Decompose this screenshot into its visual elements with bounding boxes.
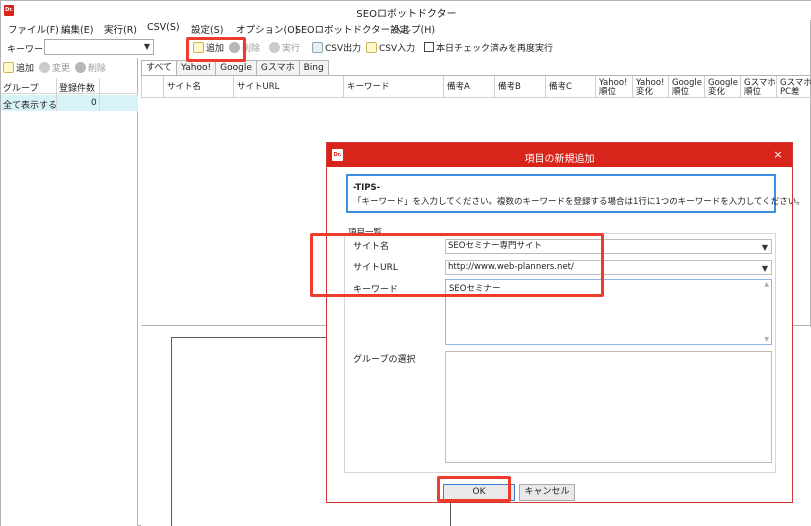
csv-import-icon [366, 41, 377, 53]
col-gsmart-rank[interactable]: Gスマホ 順位 [740, 76, 776, 98]
tips-text: 「キーワード」を入力してください。複数のキーワードを登録する場合は1行に1つのキ… [353, 197, 805, 207]
tab-all[interactable]: すべて [141, 60, 178, 76]
csv-export-icon [312, 41, 323, 53]
scroll-up-icon[interactable]: ▲ [764, 281, 769, 288]
col-note-a[interactable]: 備考A [443, 76, 494, 98]
chevron-down-icon: ▼ [761, 243, 768, 252]
dialog-title: 項目の新規追加 [524, 154, 595, 165]
dialog-title-bar: Dr. 項目の新規追加 × [327, 143, 792, 167]
tab-google-smartphone[interactable]: Gスマホ [255, 60, 300, 75]
group-row-all[interactable]: 全て表示する 0 [1, 95, 138, 111]
group-delete-button[interactable]: 削除 [75, 61, 106, 74]
title-bar: Dr. SEOロボットドクター [1, 1, 811, 20]
group-select-list[interactable] [445, 351, 772, 463]
grid-corner [141, 76, 163, 98]
execute-button-label: 実行 [282, 43, 301, 54]
new-item-dialog: Dr. 項目の新規追加 × -TIPS- 「キーワード」を入力してください。複数… [326, 142, 805, 503]
execute-icon [269, 41, 280, 53]
chevron-down-icon: ▼ [761, 264, 768, 273]
csv-import-label: CSV入力 [379, 43, 416, 54]
highlight-ok-button [437, 476, 511, 502]
col-keyword[interactable]: キーワード [343, 76, 443, 98]
col-gsmart-pc-diff[interactable]: Gスマホ PC差 [776, 76, 811, 98]
highlight-form-fields [310, 233, 604, 297]
col-note-b[interactable]: 備考B [494, 76, 545, 98]
menu-settings[interactable]: 設定(S) [191, 22, 223, 36]
tab-bing[interactable]: Bing [298, 60, 329, 75]
menu-help[interactable]: ヘルプ(H) [392, 22, 435, 36]
col-yahoo-change[interactable]: Yahoo! 変化 [632, 76, 668, 98]
menu-run[interactable]: 実行(R) [104, 22, 137, 36]
group-count: 0 [91, 98, 97, 108]
col-site-name[interactable]: サイト名 [163, 76, 233, 98]
recheck-checkbox[interactable]: 本日チェック済みを再度実行 [424, 40, 553, 54]
tab-google[interactable]: Google [215, 60, 257, 75]
group-change-button[interactable]: 変更 [39, 61, 70, 74]
group-name: 全て表示する [3, 101, 58, 111]
menu-bar: ファイル(F) 編集(E) 実行(R) CSV(S) 設定(S) オプション(O… [1, 20, 811, 37]
app-window: Dr. SEOロボットドクター ファイル(F) 編集(E) 実行(R) CSV(… [0, 0, 811, 526]
scroll-down-icon[interactable]: ▼ [764, 336, 769, 343]
delete-icon [75, 62, 86, 73]
column-divider [56, 78, 57, 111]
group-panel: 追加 変更 削除 グループ 登録件数 全て表示する 0 [1, 58, 138, 526]
close-icon[interactable]: × [770, 147, 786, 163]
keyword-combo[interactable]: ▼ [44, 39, 154, 55]
execute-button[interactable]: 実行 [269, 40, 300, 54]
menu-file[interactable]: ファイル(F) [8, 22, 59, 36]
group-select-label: グループの選択 [353, 355, 416, 365]
col-google-change[interactable]: Google 変化 [704, 76, 740, 98]
tips-box: -TIPS- 「キーワード」を入力してください。複数のキーワードを登録する場合は… [346, 174, 805, 213]
col-google-rank[interactable]: Google 順位 [668, 76, 704, 98]
cancel-button[interactable]: キャンセル [519, 484, 575, 501]
col-note-c[interactable]: 備考C [545, 76, 595, 98]
group-column-header: グループ [3, 84, 39, 94]
window-title: SEOロボットドクター [356, 9, 457, 20]
tab-yahoo[interactable]: Yahoo! [176, 60, 217, 75]
highlight-add-button [186, 37, 246, 62]
chevron-down-icon: ▼ [143, 42, 150, 51]
edit-icon [39, 62, 50, 73]
group-delete-label: 削除 [88, 64, 107, 74]
csv-export-label: CSV出力 [325, 43, 362, 54]
csv-export-button[interactable]: CSV出力 [312, 40, 361, 54]
column-divider [99, 78, 100, 111]
checkbox-icon[interactable] [424, 42, 434, 52]
col-yahoo-rank[interactable]: Yahoo! 順位 [595, 76, 632, 98]
recheck-label: 本日チェック済みを再度実行 [436, 43, 554, 54]
group-change-label: 変更 [52, 64, 71, 74]
menu-csv[interactable]: CSV(S) [147, 22, 180, 33]
add-icon [3, 62, 14, 73]
count-column-header: 登録件数 [59, 84, 96, 94]
group-table-header: グループ 登録件数 [1, 78, 138, 94]
col-site-url[interactable]: サイトURL [233, 76, 343, 98]
toolbar: キーワード ▼ 追加 削除 実行 CSV出力 CSV入力 本日チェック済みを再度… [1, 37, 811, 57]
group-add-button[interactable]: 追加 [3, 61, 34, 74]
menu-options[interactable]: オプション(O) [236, 22, 298, 36]
csv-import-button[interactable]: CSV入力 [366, 40, 415, 54]
grid-header: サイト名 サイトURL キーワード 備考A 備考B 備考C Yahoo! 順位 … [141, 76, 811, 98]
tips-title: -TIPS- [353, 183, 381, 193]
group-add-label: 追加 [16, 64, 35, 74]
engine-tabs: すべて Yahoo! Google Gスマホ Bing [141, 60, 329, 76]
menu-edit[interactable]: 編集(E) [61, 22, 93, 36]
